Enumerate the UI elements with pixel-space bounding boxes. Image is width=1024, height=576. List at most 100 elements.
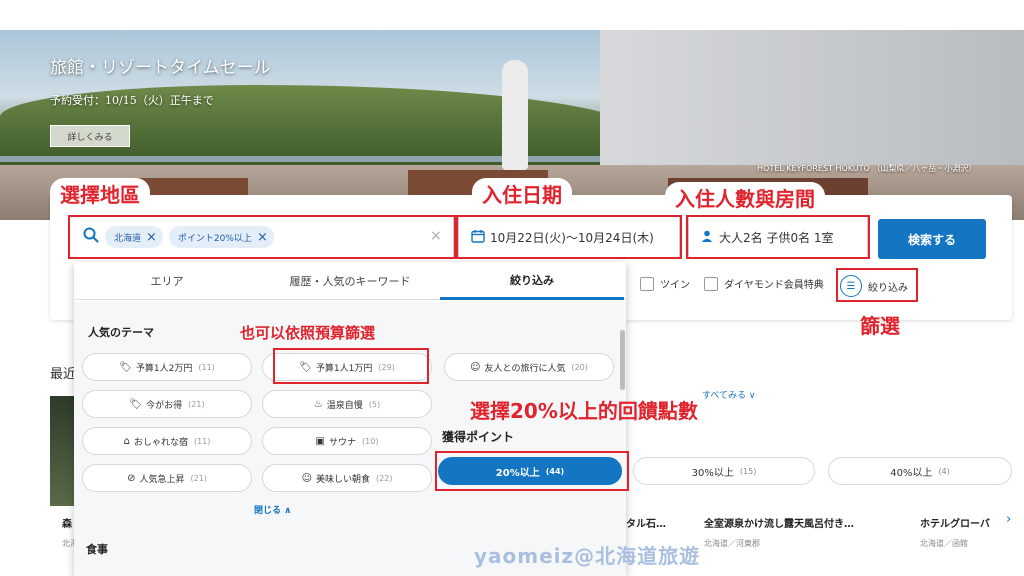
close-link[interactable]: 閉じる ∧	[254, 503, 291, 516]
theme-count: (22)	[376, 473, 393, 483]
hotel-location: 北海道／河東郡	[704, 539, 760, 548]
checkbox[interactable]	[640, 276, 654, 291]
scrollbar[interactable]	[620, 330, 625, 390]
chevron-right-icon[interactable]: ›	[1006, 512, 1011, 527]
hotel-name[interactable]: 全室源泉かけ流し露天風呂付き…	[704, 515, 854, 530]
theme-pill[interactable]: ☺ 美味しい朝食 (22)	[262, 464, 432, 492]
theme-label: 予算1人1万円	[315, 363, 373, 374]
tag-icon: 🏷	[119, 361, 132, 373]
theme-label: 友人との旅行に人気	[484, 363, 566, 374]
theme-count: (11)	[198, 362, 215, 372]
narrow-button[interactable]: ☰ 絞り込み	[836, 270, 918, 302]
date-field[interactable]: 10月22日(火)〜10月24日(木)	[458, 216, 680, 258]
points-label: 40%以上	[890, 467, 933, 479]
see-all-link[interactable]: すべてみる ∨	[702, 388, 755, 401]
food-section-title: 食事	[86, 543, 108, 556]
theme-pill[interactable]: 🏷 今がお得 (21)	[82, 390, 252, 418]
dropdown-tabs: エリア 履歴・人気のキーワード 絞り込み	[74, 262, 626, 300]
watermark: yaomeiz@北海道旅遊	[474, 544, 701, 568]
filter-diamond[interactable]: ダイヤモンド会員特典	[704, 276, 824, 291]
search-button[interactable]: 検索する	[878, 219, 986, 259]
points-count: (15)	[739, 466, 757, 476]
tab-narrow[interactable]: 絞り込み	[440, 262, 624, 300]
house-icon: ⌂	[123, 435, 130, 447]
points-label: 30%以上	[691, 467, 734, 479]
chip-hokkaido[interactable]: 北海道 ×	[105, 226, 163, 248]
theme-pill[interactable]: 🏷 予算1人1万円 (29)	[262, 353, 432, 381]
points-30-button[interactable]: 30%以上 (15)	[633, 457, 815, 485]
annotation-checkin: 入住日期	[472, 178, 572, 209]
person-icon	[701, 230, 713, 245]
theme-count: (10)	[362, 436, 379, 446]
smile-icon: ☺	[301, 472, 312, 484]
clear-icon[interactable]: ×	[430, 228, 442, 244]
tab-keywords[interactable]: 履歴・人気のキーワード	[260, 262, 440, 300]
close-icon[interactable]: ×	[146, 230, 157, 245]
hotel-name[interactable]: タル石…	[626, 515, 666, 530]
hotel-name[interactable]: 森	[62, 515, 72, 530]
theme-label: 今がお得	[146, 400, 183, 411]
chip-points[interactable]: ポイント20%以上 ×	[168, 226, 274, 248]
guests-field[interactable]: 大人2名 子供0名 1室	[688, 216, 868, 258]
theme-section-title: 人気のテーマ	[88, 326, 154, 339]
theme-label: おしゃれな宿	[133, 437, 188, 448]
theme-pill[interactable]: ⌂ おしゃれな宿 (11)	[82, 427, 252, 455]
theme-pill[interactable]: ⊘ 人気急上昇 (21)	[82, 464, 252, 492]
points-40-button[interactable]: 40%以上 (4)	[828, 457, 1012, 485]
sliders-icon: ☰	[840, 275, 862, 297]
points-count: (44)	[545, 466, 565, 476]
theme-count: (20)	[571, 362, 588, 372]
sauna-icon: ▣	[315, 435, 325, 447]
theme-pill[interactable]: ▣ サウナ (10)	[262, 427, 432, 455]
theme-count: (21)	[190, 473, 207, 483]
hero-umbrella	[502, 60, 528, 170]
hotel-name[interactable]: ホテルグローバ	[920, 515, 990, 530]
theme-pill[interactable]: ☺ 友人との旅行に人気 (20)	[444, 353, 614, 381]
recent-label: 最近	[50, 367, 77, 382]
date-range: 10月22日(火)〜10月24日(木)	[490, 230, 654, 245]
tab-area[interactable]: エリア	[74, 262, 260, 300]
theme-count: (29)	[378, 362, 395, 372]
theme-label: 温泉自慢	[326, 400, 363, 411]
filter-diamond-label: ダイヤモンド会員特典	[724, 280, 824, 291]
annotation-points: 選擇20%以上的回饋點數	[470, 399, 698, 423]
theme-label: 美味しい朝食	[316, 474, 371, 485]
annotation-guests: 入住人數與房間	[665, 182, 825, 213]
chip-label: ポイント20%以上	[177, 233, 252, 244]
tag-icon: 🏷	[299, 361, 312, 373]
hero-title: 旅館・リゾートタイムセール	[50, 58, 271, 78]
filter-twin[interactable]: ツイン	[640, 276, 690, 291]
theme-pill[interactable]: 🏷 予算1人2万円 (11)	[82, 353, 252, 381]
close-icon[interactable]: ×	[257, 230, 268, 245]
check-circle-icon: ⊘	[127, 472, 136, 484]
annotation-filter: 篩選	[860, 314, 900, 338]
points-title: 獲得ポイント	[442, 430, 515, 444]
destination-field[interactable]: 北海道 × ポイント20%以上 ×	[68, 216, 454, 258]
points-count: (4)	[938, 466, 950, 476]
hot-spring-icon: ♨	[313, 398, 323, 410]
theme-count: (21)	[188, 399, 205, 409]
hero-subtitle: 予約受付：10/15（火）正午まで	[50, 94, 214, 107]
narrow-label: 絞り込み	[868, 282, 908, 294]
theme-label: 予算1人2万円	[135, 363, 193, 374]
hotel-location: 北海道／函館	[920, 539, 968, 548]
guests-text: 大人2名 子供0名 1室	[719, 230, 834, 245]
theme-label: 人気急上昇	[139, 474, 185, 485]
theme-count: (11)	[193, 436, 211, 446]
smile-icon: ☺	[470, 361, 481, 373]
tag-icon: 🏷	[129, 398, 143, 410]
annotation-region: 選擇地區	[50, 178, 150, 209]
checkbox[interactable]	[704, 276, 718, 291]
theme-count: (5)	[368, 399, 381, 409]
theme-label: サウナ	[329, 437, 357, 448]
calendar-icon	[471, 229, 485, 246]
hero-caption: HOTEL KEYFOREST HOKUTO （山梨県／八ヶ岳・小淵沢）	[757, 164, 977, 173]
chip-label: 北海道	[114, 233, 142, 244]
theme-pill[interactable]: ♨ 温泉自慢 (5)	[262, 390, 432, 418]
points-20-button[interactable]: 20%以上 (44)	[438, 457, 622, 485]
search-icon	[83, 227, 99, 247]
points-label: 20%以上	[495, 467, 540, 479]
hero-details-button[interactable]: 詳しくみる	[50, 125, 130, 147]
hotel-thumbnail[interactable]	[50, 396, 76, 506]
annotation-budget: 也可以依照預算篩選	[240, 324, 376, 342]
